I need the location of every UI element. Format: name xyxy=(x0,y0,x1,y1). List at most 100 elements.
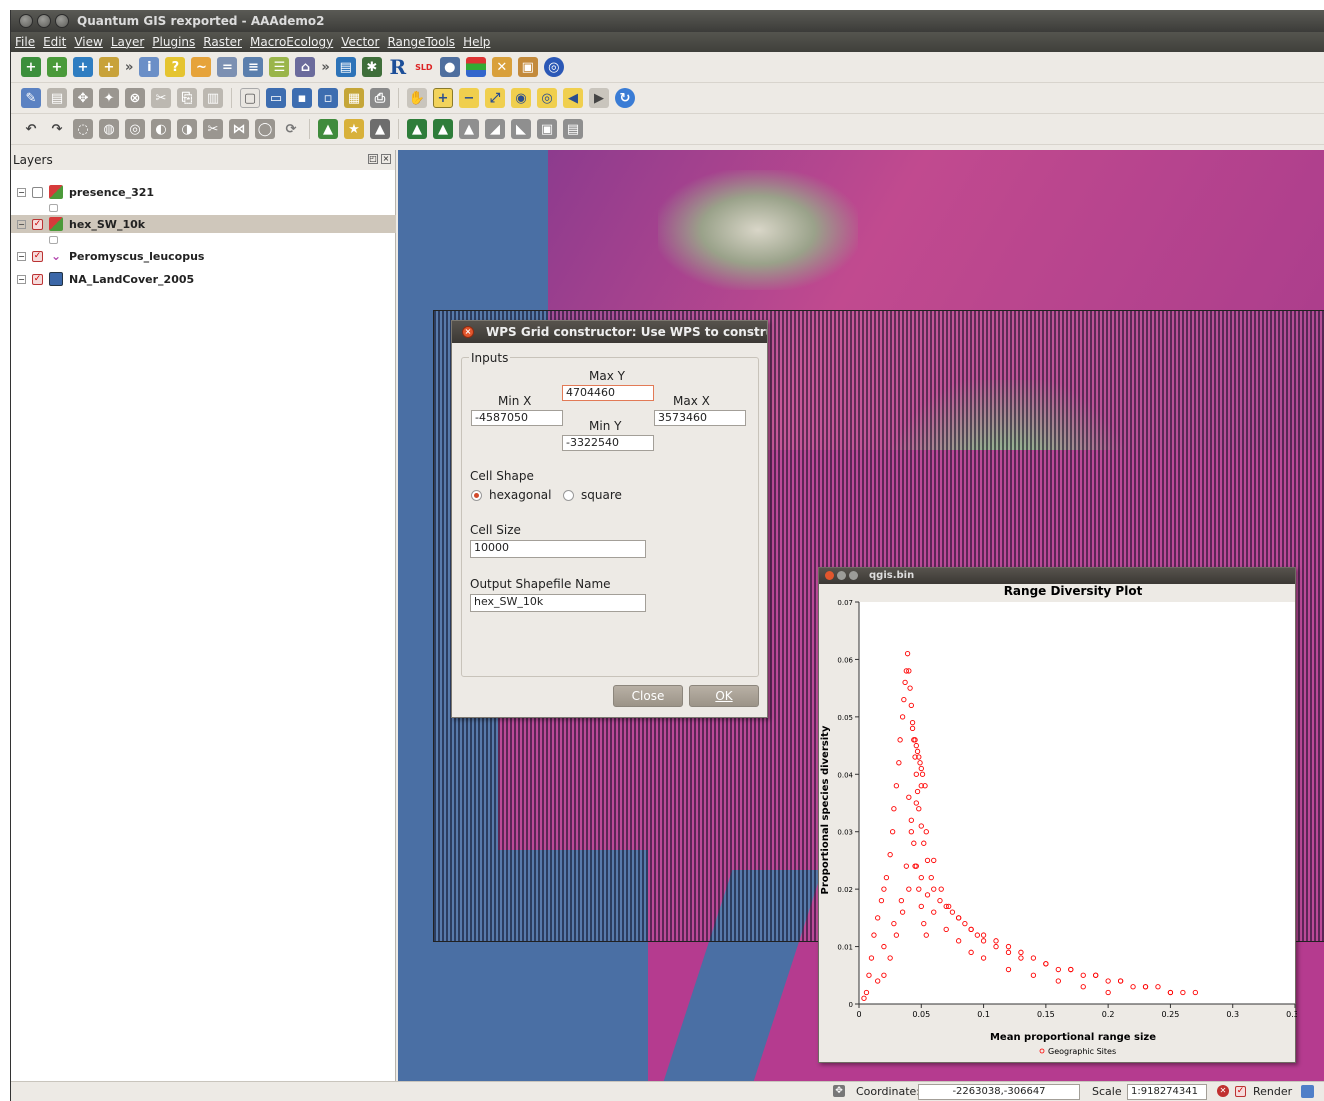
simplify-feature-icon[interactable]: ◯ xyxy=(255,119,275,139)
menu-help[interactable]: Help xyxy=(459,32,494,52)
plugin-species-icon[interactable]: ✱ xyxy=(361,57,382,77)
print-icon[interactable]: ⎙ xyxy=(370,88,390,108)
label-tool-icon[interactable]: ▲ xyxy=(407,119,427,139)
coordinate-field[interactable]: -2263038,-306647 xyxy=(918,1084,1080,1100)
rotate-point-icon[interactable]: ⟳ xyxy=(281,119,301,139)
menu-edit[interactable]: Edit xyxy=(39,32,70,52)
paste-features-icon[interactable]: ▥ xyxy=(203,88,223,108)
layer-item-peromyscus-leucopus[interactable]: − ✓ ⌄ Peromyscus_leucopus xyxy=(11,247,396,265)
menu-file[interactable]: File xyxy=(11,32,39,52)
zoom-in-icon[interactable]: + xyxy=(433,88,453,108)
zoom-last-icon[interactable]: ◀ xyxy=(563,88,583,108)
reshape-features-icon[interactable]: ◑ xyxy=(177,119,197,139)
save-edits-icon[interactable]: ▤ xyxy=(47,88,67,108)
hexagonal-radio[interactable] xyxy=(471,490,482,501)
min-y-field[interactable]: -3322540 xyxy=(562,435,654,451)
save-document-icon[interactable]: ▤ xyxy=(335,57,356,77)
close-window-icon[interactable] xyxy=(19,14,33,28)
delete-ring-icon[interactable]: ◎ xyxy=(125,119,145,139)
save-project-icon[interactable]: ▪ xyxy=(292,88,312,108)
measure-icon[interactable]: ~ xyxy=(191,57,212,77)
rotate-label-icon[interactable]: ▲ xyxy=(459,119,479,139)
save-project-as-icon[interactable]: ▫ xyxy=(318,88,338,108)
coordinate-toggle-icon[interactable]: ✥ xyxy=(833,1085,845,1097)
pan-map-icon[interactable]: ✋ xyxy=(407,88,427,108)
tools-icon[interactable]: ✕ xyxy=(491,57,512,77)
menu-macroecology[interactable]: MacroEcology xyxy=(246,32,337,52)
menu-vector[interactable]: Vector xyxy=(337,32,383,52)
sld-icon[interactable]: SLD xyxy=(414,57,434,77)
zoom-out-icon[interactable]: − xyxy=(459,88,479,108)
add-ring-icon[interactable]: ◌ xyxy=(73,119,93,139)
menu-rangetools[interactable]: RangeTools xyxy=(383,32,459,52)
dialog-close-icon[interactable]: × xyxy=(462,326,474,338)
add-part-icon[interactable]: ◍ xyxy=(99,119,119,139)
plot-minimize-icon[interactable] xyxy=(837,571,846,580)
undo-icon[interactable]: ↶ xyxy=(21,119,41,139)
delete-selected-icon[interactable]: ⊗ xyxy=(125,88,145,108)
new-project-icon[interactable]: ▢ xyxy=(240,88,260,108)
attribute-table-icon[interactable]: = xyxy=(217,57,238,77)
select-polygon-icon[interactable]: ★ xyxy=(344,119,364,139)
menu-raster[interactable]: Raster xyxy=(199,32,246,52)
home-range-icon[interactable]: ⌂ xyxy=(295,57,316,77)
cut-features-icon[interactable]: ✂ xyxy=(151,88,171,108)
stop-render-icon[interactable]: ✕ xyxy=(1217,1085,1229,1097)
change-label-icon[interactable]: ◢ xyxy=(485,119,505,139)
ok-button[interactable]: OK xyxy=(689,685,759,707)
zoom-next-icon[interactable]: ▶ xyxy=(589,88,609,108)
add-raster-layer-icon[interactable]: + xyxy=(47,57,67,77)
zoom-full-icon[interactable]: ⤢ xyxy=(485,88,505,108)
image-plugin-icon[interactable]: ▣ xyxy=(517,57,538,77)
move-label-icon[interactable]: ▲ xyxy=(433,119,453,139)
diagram-tool-icon[interactable]: ◣ xyxy=(511,119,531,139)
open-project-icon[interactable]: ▭ xyxy=(266,88,286,108)
layer-item-presence-321[interactable]: − presence_321 xyxy=(11,183,396,201)
zoom-selection-icon[interactable]: ◉ xyxy=(511,88,531,108)
toolbar-overflow-icon-2[interactable]: » xyxy=(321,60,329,75)
min-x-field[interactable]: -4587050 xyxy=(471,410,563,426)
layer-item-na-landcover-2005[interactable]: − ✓ NA_LandCover_2005 xyxy=(11,270,396,288)
square-radio[interactable] xyxy=(563,490,574,501)
refresh-icon[interactable]: ↻ xyxy=(615,88,635,108)
node-tool-icon[interactable]: ✦ xyxy=(99,88,119,108)
collapse-icon[interactable]: − xyxy=(17,187,26,197)
add-spatialite-layer-icon[interactable]: + xyxy=(99,57,119,77)
collapse-icon[interactable]: − xyxy=(17,251,26,261)
redo-icon[interactable]: ↷ xyxy=(47,119,67,139)
toolbar-overflow-icon[interactable]: » xyxy=(125,60,133,75)
identify-features-icon[interactable]: ? xyxy=(165,57,186,77)
deselect-icon[interactable]: ▲ xyxy=(370,119,390,139)
text-annotation-icon[interactable]: ▤ xyxy=(563,119,583,139)
projection-icon[interactable] xyxy=(1301,1085,1314,1098)
select-features-icon[interactable]: ▲ xyxy=(318,119,338,139)
layer-visibility-checkbox[interactable]: ✓ xyxy=(32,250,43,262)
maximize-window-icon[interactable] xyxy=(55,14,69,28)
map-tips-icon[interactable]: ☰ xyxy=(269,57,290,77)
cell-size-field[interactable]: 10000 xyxy=(470,540,646,558)
color-bars-icon[interactable] xyxy=(465,57,486,77)
close-panel-icon[interactable]: × xyxy=(381,154,391,164)
add-vector-layer-icon[interactable]: + xyxy=(21,57,41,77)
split-features-icon[interactable]: ✂ xyxy=(203,119,223,139)
scale-field[interactable]: 1:918274341 xyxy=(1127,1084,1207,1100)
max-x-field[interactable]: 3573460 xyxy=(654,410,746,426)
float-panel-icon[interactable]: ◰ xyxy=(368,154,378,164)
collapse-icon[interactable]: − xyxy=(17,274,26,284)
menu-plugins[interactable]: Plugins xyxy=(148,32,199,52)
collapse-icon[interactable]: − xyxy=(17,219,26,229)
menu-layer[interactable]: Layer xyxy=(107,32,148,52)
minimize-window-icon[interactable] xyxy=(37,14,51,28)
r-icon[interactable]: R xyxy=(388,55,408,79)
copy-features-icon[interactable]: ⎘ xyxy=(177,88,197,108)
wms-icon[interactable]: i xyxy=(139,57,160,77)
plot-maximize-icon[interactable] xyxy=(849,571,858,580)
layer-visibility-checkbox[interactable] xyxy=(32,186,43,198)
annotation-icon[interactable]: ▣ xyxy=(537,119,557,139)
merge-features-icon[interactable]: ⋈ xyxy=(229,119,249,139)
move-feature-icon[interactable]: ✥ xyxy=(73,88,93,108)
delete-part-icon[interactable]: ◐ xyxy=(151,119,171,139)
globe-plugin-icon[interactable]: ◎ xyxy=(543,57,564,77)
new-print-composer-icon[interactable]: ▦ xyxy=(344,88,364,108)
layer-properties-icon[interactable]: ≡ xyxy=(243,57,264,77)
